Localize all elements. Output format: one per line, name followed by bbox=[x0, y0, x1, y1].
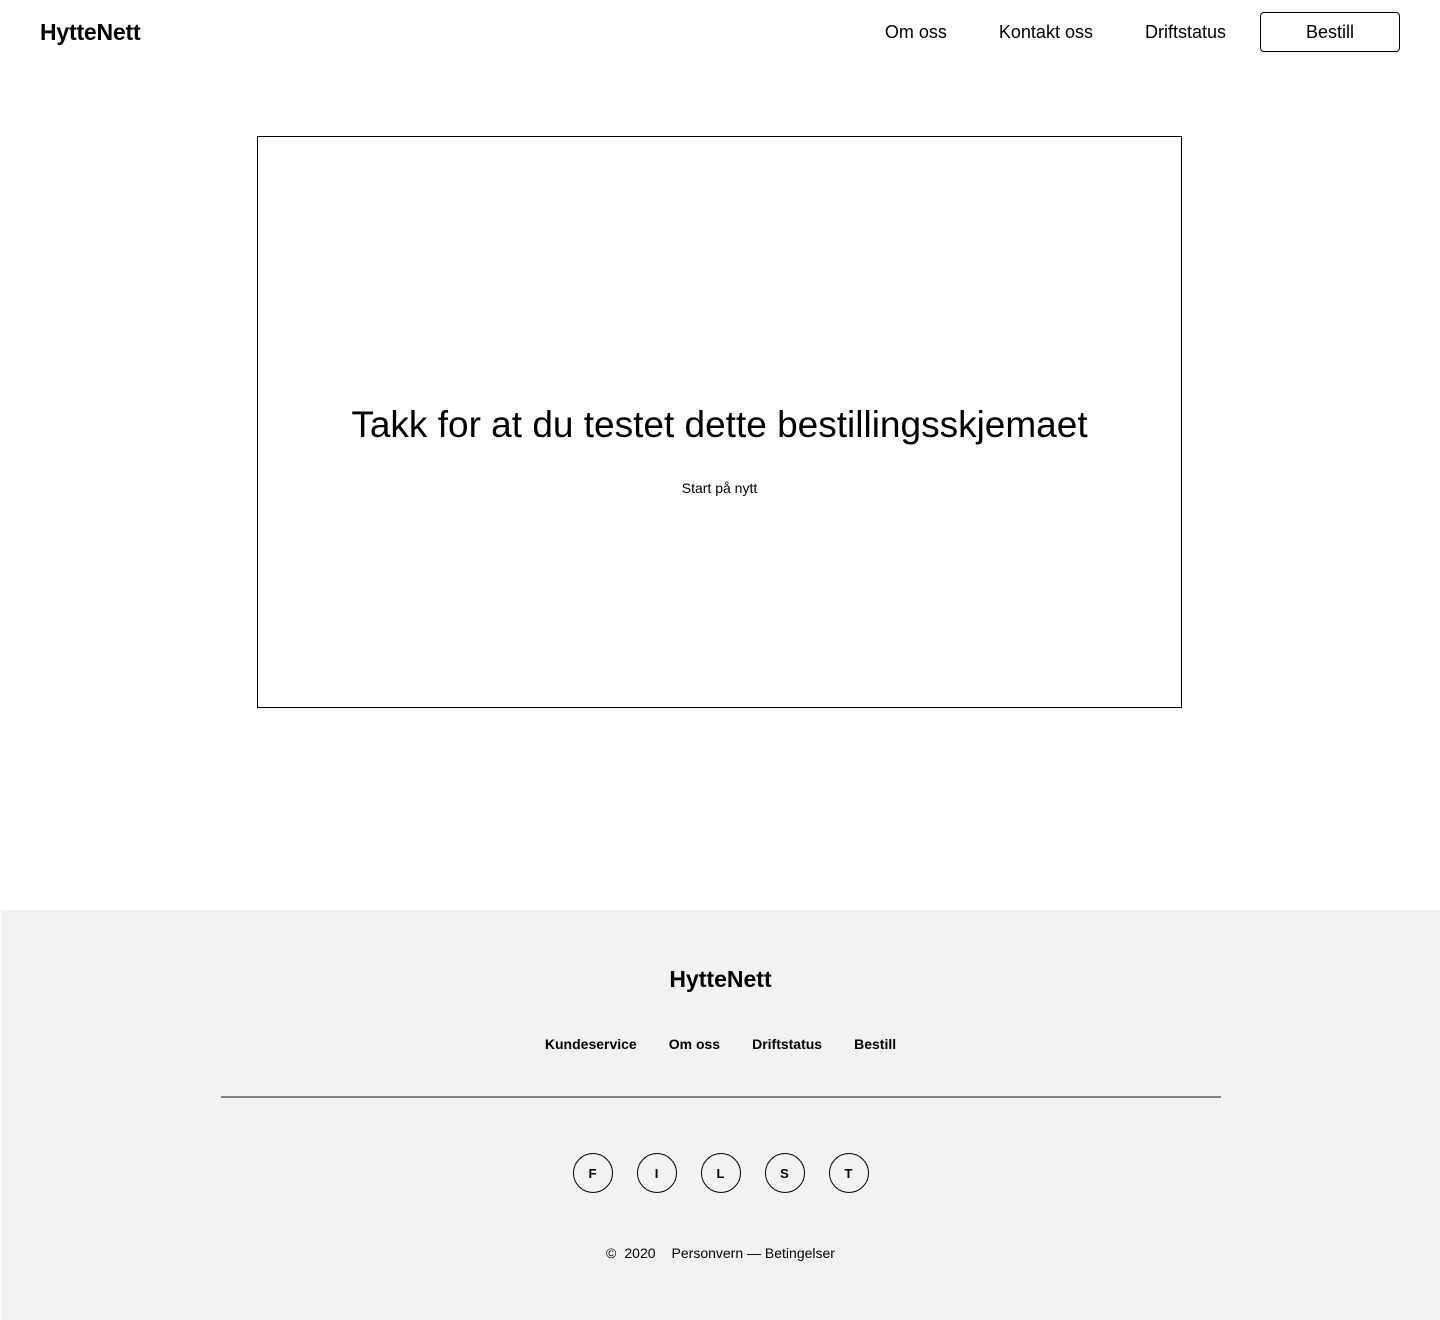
privacy-link[interactable]: Personvern bbox=[672, 1245, 744, 1261]
footer-nav: Kundeservice Om oss Driftstatus Bestill bbox=[1, 1035, 1440, 1053]
footer-logo[interactable]: HytteNett bbox=[669, 966, 771, 992]
footer-link-kundeservice[interactable]: Kundeservice bbox=[545, 1035, 637, 1053]
instagram-icon[interactable]: I bbox=[636, 1153, 677, 1193]
footer-link-driftstatus[interactable]: Driftstatus bbox=[752, 1035, 822, 1053]
restart-row: Start på nytt bbox=[258, 479, 1181, 497]
facebook-icon[interactable]: F bbox=[572, 1153, 613, 1193]
nav-link-kontakt-oss[interactable]: Kontakt oss bbox=[999, 12, 1093, 52]
terms-link[interactable]: Betingelser bbox=[765, 1245, 835, 1261]
footer-dash: — bbox=[747, 1245, 762, 1261]
copyright-row: © 2020 Personvern — Betingelser bbox=[1, 1244, 1440, 1262]
header-logo[interactable]: HytteNett bbox=[40, 17, 141, 47]
nav-link-driftstatus[interactable]: Driftstatus bbox=[1145, 12, 1226, 52]
restart-link[interactable]: Start på nytt bbox=[682, 480, 757, 496]
confirmation-title: Takk for at du testet dette bestillingss… bbox=[351, 404, 1088, 445]
footer-link-bestill[interactable]: Bestill bbox=[854, 1035, 896, 1053]
footer-link-om-oss[interactable]: Om oss bbox=[669, 1035, 720, 1053]
site-header: HytteNett Om oss Kontakt oss Driftstatus… bbox=[0, 0, 1440, 64]
main-nav: Om oss Kontakt oss Driftstatus Bestill bbox=[885, 12, 1400, 52]
footer-divider bbox=[221, 1096, 1221, 1098]
social-links: F I L S T bbox=[1, 1153, 1440, 1193]
copyright-icon: © bbox=[606, 1245, 617, 1261]
linkedin-icon[interactable]: L bbox=[700, 1153, 741, 1193]
twitter-icon[interactable]: T bbox=[828, 1153, 869, 1193]
site-footer: HytteNett Kundeservice Om oss Driftstatu… bbox=[1, 910, 1440, 1320]
confirmation-card: Takk for at du testet dette bestillingss… bbox=[257, 136, 1182, 708]
nav-link-om-oss[interactable]: Om oss bbox=[885, 12, 947, 52]
footer-logo-row: HytteNett bbox=[1, 964, 1440, 994]
order-button[interactable]: Bestill bbox=[1260, 12, 1400, 52]
snapchat-icon[interactable]: S bbox=[764, 1153, 805, 1193]
copyright-year: 2020 bbox=[624, 1245, 656, 1261]
